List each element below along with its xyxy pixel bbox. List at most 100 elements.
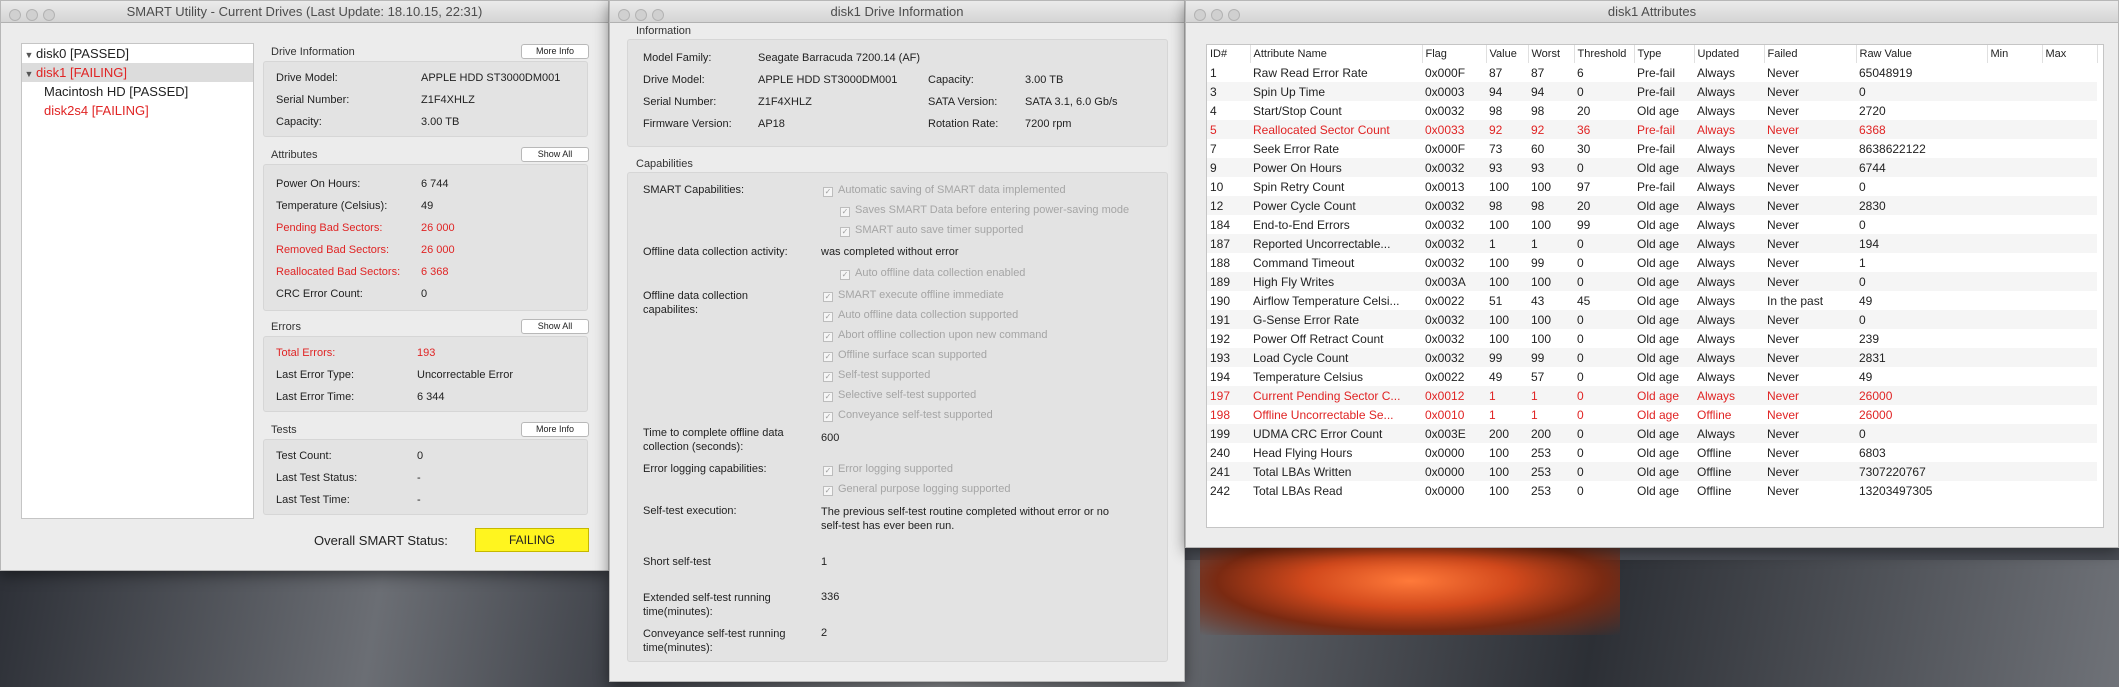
table-row[interactable]: 190 Airflow Temperature Celsi... 0x0022 51 4… (1207, 291, 2097, 310)
table-row[interactable]: 10 Spin Retry Count 0x0013 100 100 97 Pre-fail… (1207, 177, 2097, 196)
close-button[interactable] (9, 9, 21, 21)
last-error-time-value: 6 344 (417, 391, 445, 403)
table-cell: Never (1767, 236, 1800, 251)
table-row[interactable]: 184 End-to-End Errors 0x0032 100 100 99 Old ag… (1207, 215, 2097, 234)
table-cell: 0x0032 (1425, 331, 1465, 346)
column-header[interactable]: Flag (1422, 45, 1487, 63)
column-header[interactable]: Failed (1764, 45, 1857, 63)
table-cell: 0 (1859, 312, 1866, 327)
table-cell: 0 (1859, 179, 1866, 194)
checkbox[interactable]: ✓ (823, 392, 833, 402)
table-cell: 87 (1531, 65, 1545, 80)
table-cell: 30 (1577, 141, 1591, 156)
drive-list[interactable]: ▼ disk0 [PASSED] ▼ disk1 [FAILING] Macintosh… (21, 43, 254, 519)
table-cell: 240 (1210, 445, 1231, 460)
checkbox-item[interactable]: ✓ SMART auto save timer supported (840, 224, 1023, 237)
checkbox-item[interactable]: ✓ Abort offline collection upon new comma… (823, 329, 1048, 342)
column-header[interactable]: ID# (1207, 45, 1251, 63)
checkbox[interactable]: ✓ (823, 412, 833, 422)
checkbox-item[interactable]: ✓ Saves SMART Data before entering power-… (840, 204, 1129, 217)
drive-list-item[interactable]: ▼ disk1 [FAILING] (22, 63, 253, 82)
checkbox[interactable]: ✓ (823, 352, 833, 362)
table-cell: Always (1697, 65, 1736, 80)
checkbox-item[interactable]: ✓ Conveyance self-test supported (823, 409, 993, 422)
show-all-attributes-button[interactable]: Show All (521, 147, 589, 162)
table-cell: 0x0013 (1425, 179, 1465, 194)
zoom-button[interactable] (43, 9, 55, 21)
checkbox-item[interactable]: ✓ Selective self-test supported (823, 389, 976, 402)
table-row[interactable]: 3 Spin Up Time 0x0003 94 94 0 Pre-fail Always Ne… (1207, 82, 2097, 101)
drive-list-item[interactable]: ▼ disk0 [PASSED] (22, 44, 253, 63)
table-row[interactable]: 189 High Fly Writes 0x003A 100 100 0 Old age Al… (1207, 272, 2097, 291)
checkbox[interactable]: ✓ (823, 332, 833, 342)
table-cell: 0 (1577, 445, 1584, 460)
drive-list-item[interactable]: Macintosh HD [PASSED] (22, 82, 253, 101)
table-row[interactable]: 187 Reported Uncorrectable... 0x0032 1 1 0 Old… (1207, 234, 2097, 253)
close-button[interactable] (618, 9, 630, 21)
column-header[interactable]: Threshold (1574, 45, 1635, 63)
checkbox[interactable]: ✓ (840, 207, 850, 217)
tests-more-info-button[interactable]: More Info (521, 422, 589, 437)
table-cell: 87 (1489, 65, 1503, 80)
firmware-value: AP18 (758, 118, 785, 130)
checkbox[interactable]: ✓ (823, 486, 833, 496)
column-header[interactable]: Updated (1694, 45, 1765, 63)
table-row[interactable]: 242 Total LBAs Read 0x0000 100 253 0 Old age Of… (1207, 481, 2097, 500)
checkbox-item[interactable]: ✓ Auto offline data collection supported (823, 309, 1018, 322)
column-header[interactable]: Max (2042, 45, 2098, 63)
close-button[interactable] (1194, 9, 1206, 21)
checkbox-label: SMART auto save timer supported (855, 224, 1024, 236)
table-row[interactable]: 1 Raw Read Error Rate 0x000F 87 87 6 Pre-fail A… (1207, 63, 2097, 82)
checkbox[interactable]: ✓ (840, 227, 850, 237)
zoom-button[interactable] (652, 9, 664, 21)
zoom-button[interactable] (1228, 9, 1240, 21)
table-cell: 1 (1489, 407, 1496, 422)
table-row[interactable]: 199 UDMA CRC Error Count 0x003E 200 200 0 Old … (1207, 424, 2097, 443)
table-row[interactable]: 194 Temperature Celsius 0x0022 49 57 0 Old age… (1207, 367, 2097, 386)
column-header[interactable]: Attribute Name (1250, 45, 1423, 63)
checkbox-item[interactable]: ✓ SMART execute offline immediate (823, 289, 1004, 302)
table-row[interactable]: 5 Reallocated Sector Count 0x0033 92 92 36 Pre… (1207, 120, 2097, 139)
minimize-button[interactable] (1211, 9, 1223, 21)
column-header[interactable]: Worst (1528, 45, 1575, 63)
table-row[interactable]: 4 Start/Stop Count 0x0032 98 98 20 Old age Alwa… (1207, 101, 2097, 120)
table-row[interactable]: 241 Total LBAs Written 0x0000 100 253 0 Old ag… (1207, 462, 2097, 481)
label: Pending Bad Sectors: (276, 222, 383, 234)
checkbox[interactable]: ✓ (840, 270, 850, 280)
column-header[interactable]: Min (1987, 45, 2043, 63)
table-cell: 20 (1577, 103, 1591, 118)
column-header[interactable]: Type (1634, 45, 1695, 63)
table-row[interactable]: 240 Head Flying Hours 0x0000 100 253 0 Old age… (1207, 443, 2097, 462)
checkbox-item[interactable]: ✓ General purpose logging supported (823, 483, 1010, 496)
checkbox[interactable]: ✓ (823, 187, 833, 197)
checkbox[interactable]: ✓ (823, 292, 833, 302)
checkbox[interactable]: ✓ (823, 372, 833, 382)
minimize-button[interactable] (26, 9, 38, 21)
more-info-button[interactable]: More Info (521, 44, 589, 59)
drive-list-item[interactable]: disk2s4 [FAILING] (22, 101, 253, 120)
checkbox-item[interactable]: ✓ Offline surface scan supported (823, 349, 987, 362)
table-row[interactable]: 193 Load Cycle Count 0x0032 99 99 0 Old age Alw… (1207, 348, 2097, 367)
table-row[interactable]: 192 Power Off Retract Count 0x0032 100 100 0 O… (1207, 329, 2097, 348)
table-row[interactable]: 12 Power Cycle Count 0x0032 98 98 20 Old age Al… (1207, 196, 2097, 215)
table-row[interactable]: 198 Offline Uncorrectable Se... 0x0010 1 1 0 O… (1207, 405, 2097, 424)
checkbox-label: Auto offline data collection enabled (855, 267, 1026, 279)
table-row[interactable]: 191 G-Sense Error Rate 0x0032 100 100 0 Old ag… (1207, 310, 2097, 329)
label: Test Count: (276, 450, 332, 462)
minimize-button[interactable] (635, 9, 647, 21)
checkbox-item[interactable]: ✓ Automatic saving of SMART data implemen… (823, 184, 1066, 197)
column-header[interactable]: Raw Value (1856, 45, 1988, 63)
checkbox[interactable]: ✓ (823, 312, 833, 322)
checkbox[interactable]: ✓ (823, 466, 833, 476)
table-row[interactable]: 188 Command Timeout 0x0032 100 99 0 Old age Alw… (1207, 253, 2097, 272)
table-row[interactable]: 7 Seek Error Rate 0x000F 73 60 30 Pre-fail Alwa… (1207, 139, 2097, 158)
checkbox-item[interactable]: ✓ Self-test supported (823, 369, 930, 382)
table-row[interactable]: 9 Power On Hours 0x0032 93 93 0 Old age Always N… (1207, 158, 2097, 177)
table-row[interactable]: 197 Current Pending Sector C... 0x0012 1 1 0 O… (1207, 386, 2097, 405)
table-cell: 100 (1489, 255, 1510, 270)
checkbox-item[interactable]: ✓ Auto offline data collection enabled (840, 267, 1025, 280)
show-all-errors-button[interactable]: Show All (521, 319, 589, 334)
table-cell: Offline (1697, 464, 1732, 479)
column-header[interactable]: Value (1486, 45, 1529, 63)
checkbox-item[interactable]: ✓ Error logging supported (823, 463, 953, 476)
